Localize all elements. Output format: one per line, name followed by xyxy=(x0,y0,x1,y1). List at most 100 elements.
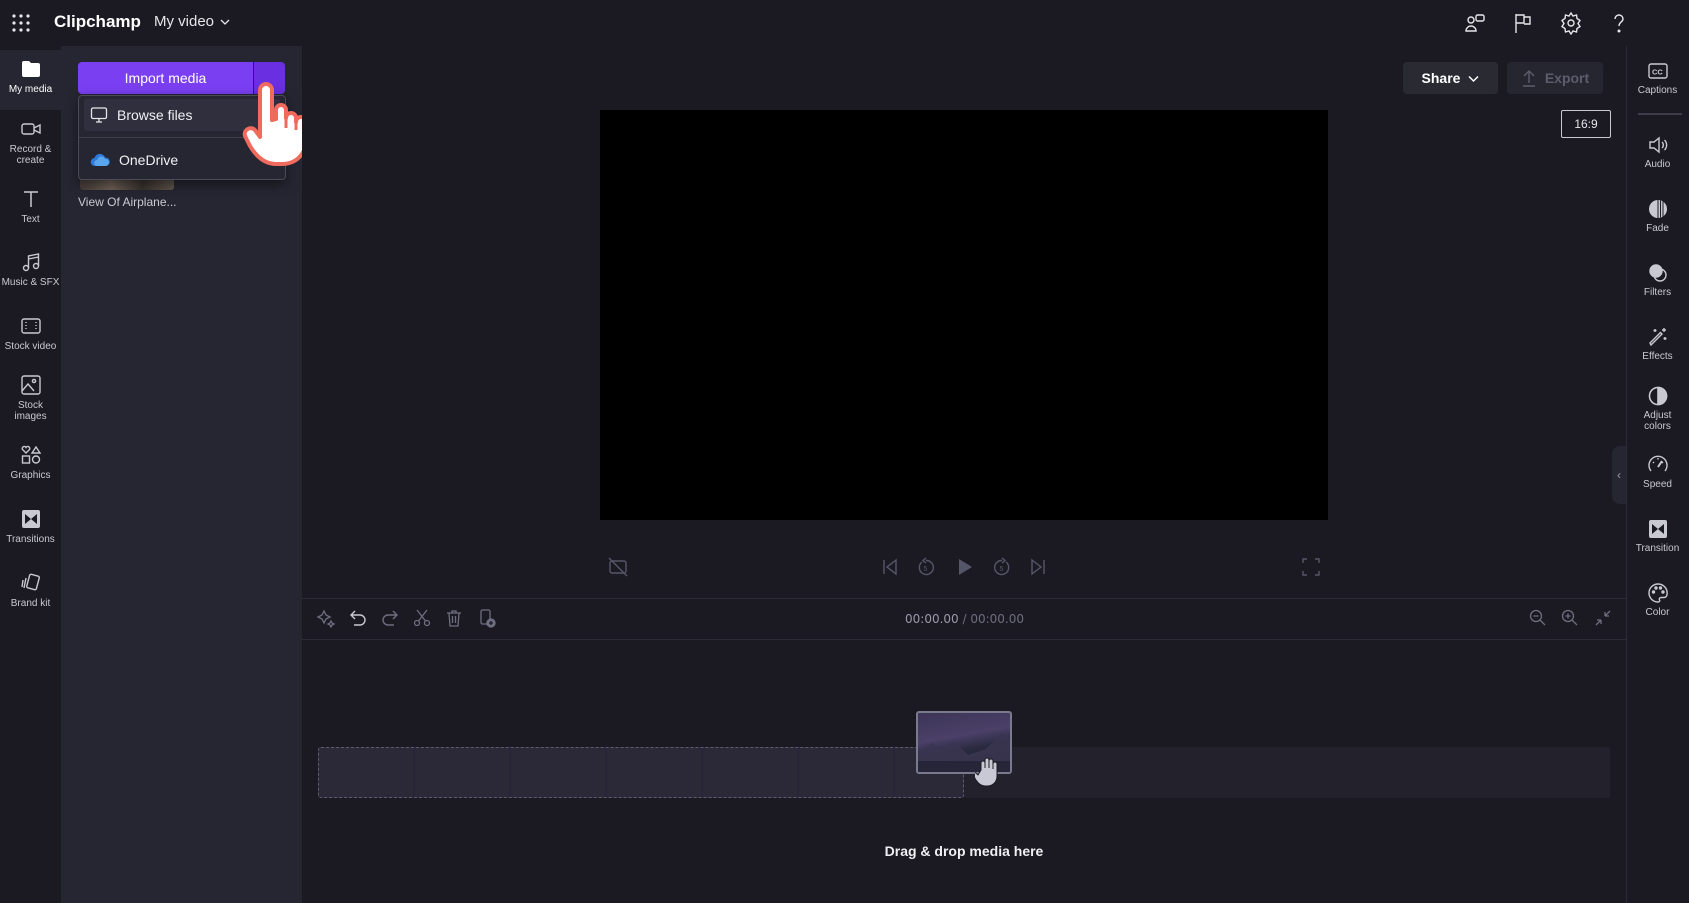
right-item-label: Fade xyxy=(1646,223,1669,234)
captions-icon: CC xyxy=(1647,63,1668,79)
time-readout: 00:00.00 / 00:00.00 xyxy=(905,612,1024,626)
right-item-transition[interactable]: Transition xyxy=(1626,518,1689,554)
nav-item-graphics[interactable]: Graphics xyxy=(0,444,61,481)
fit-to-screen-icon[interactable] xyxy=(1593,608,1613,628)
export-button[interactable]: Export xyxy=(1507,62,1603,94)
magic-sparkle-icon[interactable] xyxy=(316,608,336,628)
app-title: Clipchamp xyxy=(54,12,141,31)
nav-item-label: Graphics xyxy=(10,470,51,481)
fullscreen-icon[interactable] xyxy=(1300,556,1322,578)
rewind-5s-icon[interactable]: 5 xyxy=(915,556,937,578)
svg-text:CC: CC xyxy=(1652,68,1663,77)
menu-item-label: Browse files xyxy=(117,107,193,123)
speaker-icon xyxy=(1648,136,1667,154)
nav-item-label: Text xyxy=(21,214,40,225)
nav-item-transitions[interactable]: Transitions xyxy=(0,508,61,545)
nav-item-label: Music & SFX xyxy=(1,277,60,288)
media-item-caption: View Of Airplane... xyxy=(78,195,177,209)
trash-icon[interactable] xyxy=(444,608,464,628)
onedrive-icon xyxy=(90,153,110,167)
import-media-button[interactable]: Import media xyxy=(78,62,253,94)
nav-item-label: Record & create xyxy=(9,144,52,166)
captions-off-icon[interactable] xyxy=(607,556,629,578)
right-item-color[interactable]: Color xyxy=(1626,582,1689,618)
monitor-icon xyxy=(90,107,108,123)
right-item-adjust-colors[interactable]: Adjust colors xyxy=(1626,385,1689,432)
total-time: 00:00.00 xyxy=(970,612,1025,626)
nav-item-text[interactable]: Text xyxy=(0,188,61,225)
top-bar: Clipchamp My video xyxy=(0,0,1689,46)
menu-item-browse-files[interactable]: Browse files xyxy=(84,99,280,131)
current-time: 00:00.00 xyxy=(905,612,959,626)
right-item-captions[interactable]: CC Captions xyxy=(1626,60,1689,96)
menu-divider xyxy=(79,137,285,138)
menu-item-onedrive[interactable]: OneDrive xyxy=(84,144,280,176)
music-icon xyxy=(22,253,39,272)
right-item-fade[interactable]: Fade xyxy=(1626,198,1689,234)
right-item-label: Filters xyxy=(1643,287,1672,298)
nav-item-my-media[interactable]: My media xyxy=(0,50,61,110)
grab-hand-cursor-icon xyxy=(975,756,1003,788)
nav-item-label: Stock images xyxy=(14,400,47,422)
redo-icon[interactable] xyxy=(380,608,400,628)
play-icon[interactable] xyxy=(953,556,975,578)
zoom-in-icon[interactable] xyxy=(1560,608,1580,628)
project-title-label: My video xyxy=(154,13,215,30)
skip-to-end-icon[interactable] xyxy=(1027,556,1049,578)
right-item-filters[interactable]: Filters xyxy=(1626,262,1689,298)
right-item-speed[interactable]: Speed xyxy=(1626,454,1689,490)
right-item-effects[interactable]: Effects xyxy=(1626,326,1689,362)
nav-item-record-create[interactable]: Record & create xyxy=(0,118,61,166)
undo-icon[interactable] xyxy=(348,608,368,628)
aspect-ratio-button[interactable]: 16:9 xyxy=(1561,110,1611,138)
nav-item-music-sfx[interactable]: Music & SFX xyxy=(0,251,61,288)
settings-icon[interactable] xyxy=(1559,11,1583,35)
import-options-button[interactable] xyxy=(254,62,285,94)
camera-icon xyxy=(20,123,41,135)
nav-item-brand-kit[interactable]: Brand kit xyxy=(0,572,61,609)
video-preview-canvas[interactable] xyxy=(600,110,1328,520)
shapes-icon xyxy=(21,445,41,464)
nav-item-stock-images[interactable]: Stock images xyxy=(0,374,61,422)
right-item-label: Audio xyxy=(1644,159,1671,170)
help-icon[interactable] xyxy=(1607,11,1631,35)
timeline-drop-zone[interactable] xyxy=(318,747,964,798)
right-item-label: Transition xyxy=(1635,543,1680,554)
right-rail-divider xyxy=(1638,113,1682,115)
fade-icon xyxy=(1648,200,1667,218)
scissors-icon[interactable] xyxy=(412,608,432,628)
transition-icon xyxy=(21,510,40,528)
text-icon xyxy=(23,191,38,207)
chevron-down-icon xyxy=(1468,75,1479,82)
brand-kit-icon xyxy=(20,573,40,591)
menu-item-label: OneDrive xyxy=(119,152,179,168)
speedometer-icon xyxy=(1647,455,1668,472)
nav-item-label: Stock video xyxy=(4,341,57,352)
nav-item-label: My media xyxy=(8,84,53,95)
right-item-label: Adjust colors xyxy=(1643,410,1672,432)
project-title-dropdown[interactable]: My video xyxy=(154,13,230,30)
add-media-icon[interactable] xyxy=(477,608,497,628)
share-label: Share xyxy=(1421,70,1461,86)
apps-grid-icon[interactable] xyxy=(10,12,32,34)
nav-item-stock-video[interactable]: Stock video xyxy=(0,315,61,352)
nav-item-label: Transitions xyxy=(6,534,55,545)
feedback-icon[interactable] xyxy=(1463,11,1487,35)
share-button[interactable]: Share xyxy=(1403,62,1498,94)
film-icon xyxy=(20,318,41,334)
upload-icon xyxy=(1522,70,1535,87)
magic-wand-icon xyxy=(1648,328,1666,347)
collapse-properties-panel-handle[interactable]: ‹ xyxy=(1612,446,1626,504)
flag-icon[interactable] xyxy=(1511,11,1535,35)
folder-icon xyxy=(21,61,40,77)
filters-icon xyxy=(1648,264,1667,282)
image-icon xyxy=(20,375,41,395)
zoom-out-icon[interactable] xyxy=(1528,608,1548,628)
right-item-label: Effects xyxy=(1642,351,1673,362)
svg-text:5: 5 xyxy=(924,566,928,573)
timeline-toolbar-divider xyxy=(302,639,1626,640)
right-item-audio[interactable]: Audio xyxy=(1626,134,1689,170)
forward-5s-icon[interactable]: 5 xyxy=(991,556,1013,578)
skip-to-start-icon[interactable] xyxy=(879,556,901,578)
right-item-label: Color xyxy=(1645,607,1670,618)
